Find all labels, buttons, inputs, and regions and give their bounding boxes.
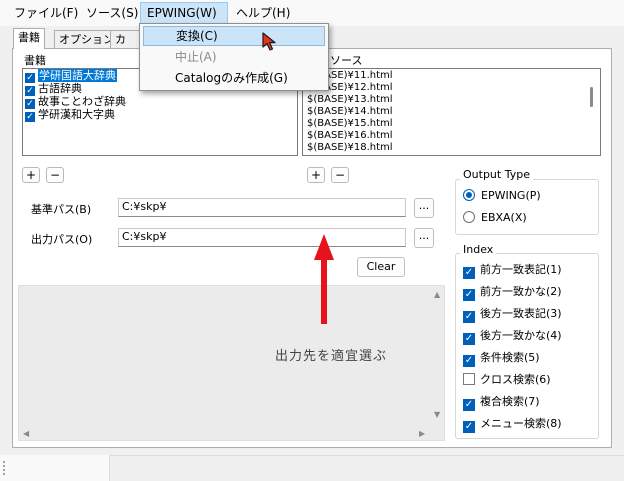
checkbox-checked-icon[interactable]: ✓ — [463, 333, 475, 345]
checkbox-checked-icon[interactable]: ✓ — [463, 311, 475, 323]
sources-scrollbar-thumb[interactable] — [590, 87, 593, 107]
list-item[interactable]: $(BASE)¥16.html — [307, 131, 393, 141]
tab-custom[interactable]: カスタ — [110, 30, 140, 48]
index-checkbox-4[interactable]: ✓ 後方一致かな(4) — [463, 329, 562, 345]
checkbox-checked-icon[interactable]: ✓ — [463, 267, 475, 279]
checkbox-checked-icon[interactable]: ✓ — [463, 289, 475, 301]
list-item[interactable]: $(BASE)¥14.html — [307, 107, 393, 117]
index-checkbox-6[interactable]: クロス検索(6) — [463, 373, 551, 387]
checkbox-checked-icon[interactable]: ✓ — [463, 355, 475, 367]
index-checkbox-3[interactable]: ✓ 後方一致表記(3) — [463, 307, 562, 323]
add-source-button[interactable]: + — [307, 167, 325, 183]
checkbox-checked-icon[interactable]: ✓ — [25, 86, 35, 96]
books-header: 書籍 — [24, 54, 46, 67]
output-type-group — [455, 179, 599, 235]
index-title: Index — [460, 243, 497, 256]
radio-ebxa-label[interactable]: EBXA(X) — [481, 211, 527, 224]
list-item[interactable]: ✓ 学研国語大辞典 — [25, 69, 117, 83]
menu-epwing[interactable]: EPWING(W) — [140, 2, 228, 24]
checkbox-checked-icon[interactable]: ✓ — [463, 399, 475, 411]
checkbox-checked-icon[interactable]: ✓ — [25, 73, 35, 83]
index-checkbox-1[interactable]: ✓ 前方一致表記(1) — [463, 263, 562, 279]
list-item[interactable]: ✓ 故事ことわざ辞典 — [25, 96, 126, 109]
scroll-down-icon[interactable]: ▼ — [434, 410, 440, 419]
list-item[interactable]: $(BASE)¥15.html — [307, 119, 393, 129]
checkbox-checked-icon[interactable]: ✓ — [25, 99, 35, 109]
checkbox-checked-icon[interactable]: ✓ — [463, 421, 475, 433]
menu-item-catalog-only[interactable]: Catalogのみ作成(G) — [143, 68, 325, 88]
list-item[interactable]: ✓ 学研漢和大字典 — [25, 109, 115, 122]
epwing-dropdown-menu: 変換(C) 中止(A) Catalogのみ作成(G) — [139, 23, 329, 91]
index-checkbox-7[interactable]: ✓ 複合検索(7) — [463, 395, 540, 411]
remove-source-button[interactable]: − — [331, 167, 349, 183]
menu-help[interactable]: ヘルプ(H) — [230, 2, 296, 24]
scroll-left-icon[interactable]: ◀ — [23, 429, 29, 438]
checkbox-unchecked-icon[interactable] — [463, 373, 475, 385]
scroll-up-icon[interactable]: ▲ — [434, 290, 440, 299]
scroll-right-icon[interactable]: ▶ — [419, 429, 425, 438]
mouse-cursor-icon — [262, 32, 276, 51]
add-book-button[interactable]: + — [22, 167, 40, 183]
menu-file[interactable]: ファイル(F) — [8, 2, 84, 24]
base-path-label: 基準パス(B) — [31, 203, 92, 216]
output-path-label: 出力パス(O) — [31, 233, 93, 246]
output-path-browse-button[interactable]: ... — [414, 228, 434, 248]
menu-item-convert[interactable]: 変換(C) — [143, 26, 325, 46]
annotation-arrow-icon — [314, 234, 334, 324]
radio-ebxa[interactable] — [463, 211, 475, 223]
clear-button[interactable]: Clear — [357, 257, 405, 277]
list-item[interactable]: ✓ 古語辞典 — [25, 83, 82, 96]
annotation-text: 出力先を適宜選ぶ — [275, 349, 388, 364]
checkbox-checked-icon[interactable]: ✓ — [25, 112, 35, 122]
output-path-input[interactable]: C:¥skp¥ — [118, 228, 406, 247]
base-path-browse-button[interactable]: ... — [414, 198, 434, 218]
remove-book-button[interactable]: − — [46, 167, 64, 183]
index-checkbox-8[interactable]: ✓ メニュー検索(8) — [463, 417, 562, 433]
sources-header: ソース — [330, 54, 363, 67]
index-checkbox-5[interactable]: ✓ 条件検索(5) — [463, 351, 540, 367]
list-item[interactable]: $(BASE)¥18.html — [307, 143, 393, 153]
radio-epwing-label[interactable]: EPWING(P) — [481, 189, 541, 202]
grip-icon — [3, 461, 5, 475]
index-group: ✓ 前方一致表記(1) ✓ 前方一致かな(2) ✓ 後方一致表記(3) ✓ 後方一致かな… — [455, 253, 599, 439]
menu-item-abort: 中止(A) — [175, 50, 217, 64]
base-path-input[interactable]: C:¥skp¥ — [118, 198, 406, 217]
output-type-title: Output Type — [460, 168, 533, 181]
status-bar-panel — [0, 455, 110, 481]
menu-source[interactable]: ソース(S) — [80, 2, 144, 24]
radio-epwing[interactable] — [463, 189, 475, 201]
sources-list[interactable]: $(BASE)¥11.html $(BASE)¥12.html $(BASE)¥… — [302, 68, 601, 156]
list-item[interactable]: $(BASE)¥13.html — [307, 95, 393, 105]
tab-books[interactable]: 書籍 — [13, 28, 45, 49]
index-checkbox-2[interactable]: ✓ 前方一致かな(2) — [463, 285, 562, 301]
